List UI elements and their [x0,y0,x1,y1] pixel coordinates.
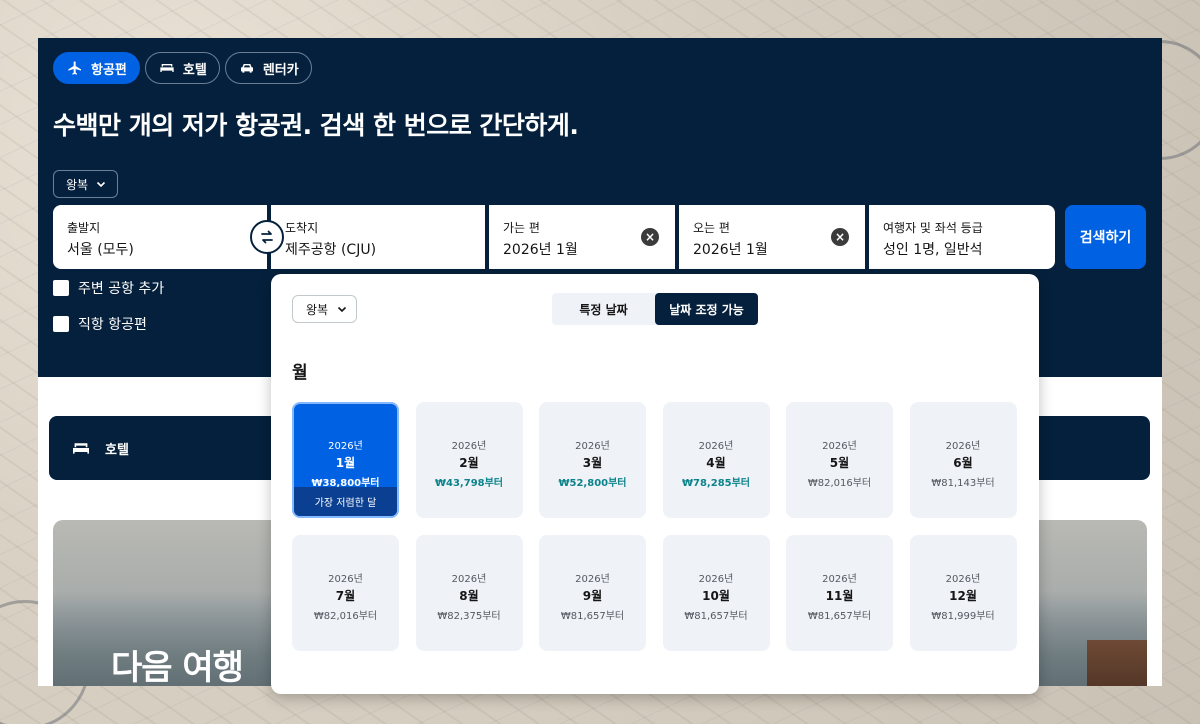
travellers-label: 여행자 및 좌석 등급 [883,221,983,235]
month-card-month: 6월 [953,456,973,470]
month-card[interactable]: 2026년 8월 ₩82,375부터 [415,535,523,651]
month-card-price: ₩82,375부터 [437,611,501,622]
month-card[interactable]: 2026년 11월 ₩81,657부터 [786,535,893,651]
month-card-month: 9월 [582,589,603,603]
month-card-year: 2026년 [698,441,734,452]
month-card-month: 4월 [706,456,726,470]
travellers-field[interactable]: 여행자 및 좌석 등급 성인 1명, 일반석 [869,205,1055,269]
month-card-year: 2026년 [945,574,981,585]
swap-button[interactable] [250,220,284,254]
nearby-airports-checkbox[interactable]: 주변 공항 추가 [53,278,164,298]
month-card-month: 7월 [335,589,356,603]
flexible-dates-tab[interactable]: 날짜 조정 가능 [655,293,758,325]
checkbox-label: 직항 항공편 [78,317,147,333]
hotel-banner-label: 호텔 [105,442,129,458]
tab-label: 렌터카 [262,62,299,78]
month-card[interactable]: 2026년 5월 ₩82,016부터 [786,402,893,518]
origin-field[interactable]: 출발지 서울 (모두) [53,205,267,269]
month-card-price: ₩81,999부터 [931,611,995,622]
date-mode-toggle: 특정 날짜 날짜 조정 가능 [552,293,758,325]
tab-label: 호텔 [182,62,207,78]
destination-field[interactable]: 도착지 제주공항 (CJU) [271,205,485,269]
page-title: 수백만 개의 저가 항공권. 검색 한 번으로 간단하게. [53,111,579,140]
month-card-month: 5월 [829,456,850,470]
month-card-year: 2026년 [945,441,981,452]
cheapest-month-badge: 가장 저렴한 달 [294,487,397,516]
month-card-price: ₩82,016부터 [807,478,872,489]
month-card-year: 2026년 [698,574,734,585]
month-picker-popup: 왕복 특정 날짜 날짜 조정 가능 월 2026년 1월 ₩38,800부터 가장 저… [271,274,1039,694]
checkbox-label: 주변 공항 추가 [78,281,165,297]
product-tabs: 항공편 호텔 렌터카 [53,52,312,84]
month-card-month: 3월 [582,456,603,470]
month-card[interactable]: 2026년 2월 ₩43,798부터 [415,402,523,518]
month-card-price: ₩81,657부터 [684,611,748,622]
travellers-value: 성인 1명, 일반석 [883,242,983,258]
return-field[interactable]: 오는 편 2026년 1월 × [679,205,865,269]
month-card-year: 2026년 [328,574,363,585]
clear-return-icon[interactable]: × [831,228,849,246]
month-card-month: 10월 [702,589,730,603]
tab-car-hire[interactable]: 렌터카 [224,52,312,84]
bed-icon [160,64,174,72]
chevron-down-icon [338,306,347,313]
month-card-month: 11월 [825,589,854,603]
month-card-price: ₩52,800부터 [558,478,627,489]
month-card-month: 12월 [949,589,977,603]
month-card-price: ₩81,657부터 [807,611,872,622]
tab-flights[interactable]: 항공편 [53,52,140,84]
promo-heading: 다음 여행 [111,648,244,686]
popup-trip-type-dropdown[interactable]: 왕복 [292,295,357,323]
destination-label: 도착지 [285,221,319,235]
car-icon [240,64,253,73]
direct-flights-checkbox[interactable]: 직항 항공편 [53,314,147,334]
trip-type-dropdown[interactable]: 왕복 [53,170,118,198]
month-card[interactable]: 2026년 6월 ₩81,143부터 [909,402,1017,518]
month-card-year: 2026년 [822,574,857,585]
month-card-year: 2026년 [575,574,610,585]
tab-label: 항공편 [91,62,127,78]
trip-type-value: 왕복 [66,177,89,192]
swap-arrows-icon [261,230,273,244]
month-card-price: ₩81,143부터 [931,478,995,489]
tab-hotels[interactable]: 호텔 [144,52,220,84]
month-card-price: ₩81,657부터 [560,611,625,622]
month-card-year: 2026년 [451,441,487,452]
month-card-year: 2026년 [451,574,487,585]
month-card[interactable]: 2026년 9월 ₩81,657부터 [539,535,646,651]
month-card[interactable]: 2026년 7월 ₩82,016부터 [292,535,399,651]
month-card-price: ₩82,016부터 [313,611,378,622]
clear-depart-icon[interactable]: × [641,228,659,246]
checkbox-box[interactable] [53,280,69,296]
month-card-price: ₩43,798부터 [434,478,504,489]
month-card-year: 2026년 [822,441,857,452]
month-card-price: ₩78,285부터 [681,478,751,489]
origin-label: 출발지 [67,221,101,235]
month-section-title: 월 [292,363,308,383]
specific-dates-tab[interactable]: 특정 날짜 [552,293,655,325]
chevron-down-icon [97,181,106,188]
destination-value: 제주공항 (CJU) [285,242,377,258]
month-card[interactable]: 2026년 10월 ₩81,657부터 [662,535,770,651]
checkbox-box[interactable] [53,316,69,332]
origin-value: 서울 (모두) [67,242,134,258]
bed-icon [73,443,89,454]
month-card[interactable]: 2026년 3월 ₩52,800부터 [539,402,646,518]
month-card-year: 2026년 [575,441,610,452]
depart-field[interactable]: 가는 편 2026년 1월 × [489,205,675,269]
trip-type-value: 왕복 [306,302,329,317]
month-card-month: 1월 [335,456,356,470]
month-card-year: 2026년 [328,441,363,452]
month-card-month: 8월 [459,589,479,603]
plane-icon [68,61,81,75]
month-card-month: 2월 [459,456,479,470]
pier-shape [1087,640,1147,686]
month-card[interactable]: 2026년 12월 ₩81,999부터 [909,535,1017,651]
month-card[interactable]: 2026년 4월 ₩78,285부터 [662,402,770,518]
search-button[interactable]: 검색하기 [1065,205,1146,269]
month-card[interactable]: 2026년 1월 ₩38,800부터 가장 저렴한 달 [292,402,399,518]
